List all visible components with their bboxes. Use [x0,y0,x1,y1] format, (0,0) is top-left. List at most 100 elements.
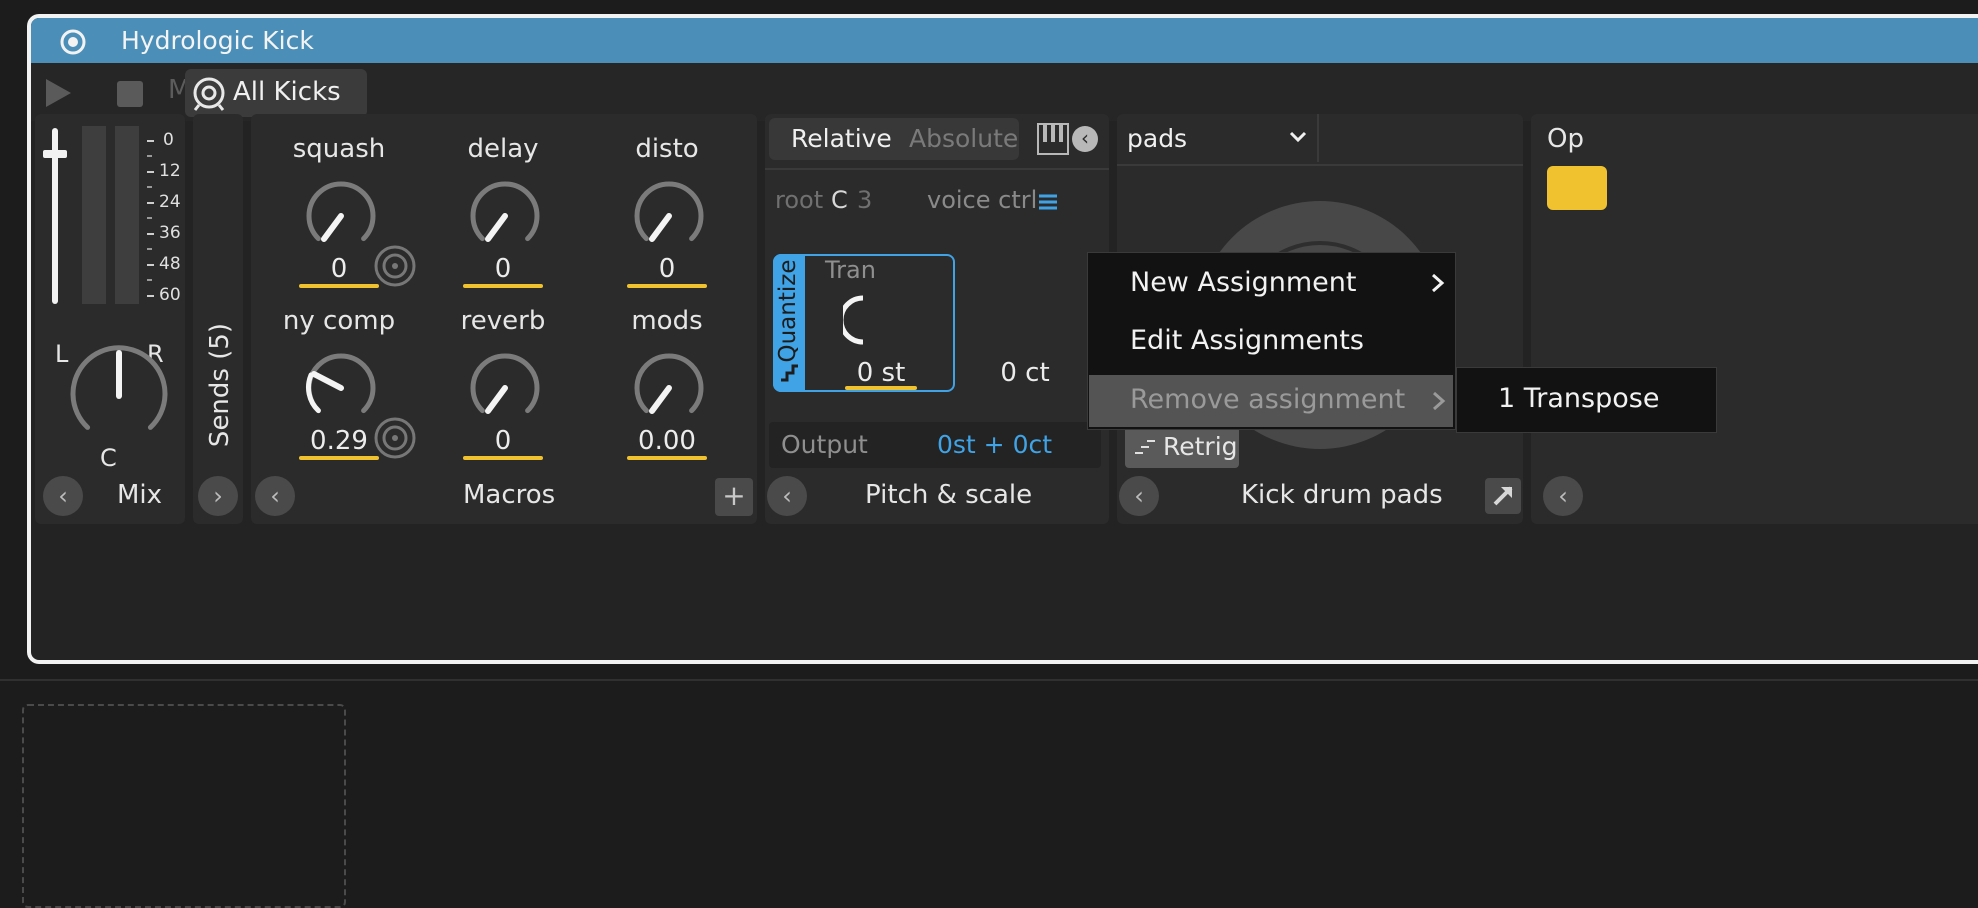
pitch-header-divider [765,168,1109,170]
stop-icon[interactable] [117,81,143,107]
pads-footer: Kick drum pads [1241,480,1443,510]
retrig-button[interactable]: Retrig [1125,426,1239,468]
macro-title-ny-comp: ny comp [282,306,396,336]
scale-label-24: 24 [159,192,181,212]
level-meter-right [115,126,139,304]
menu-item-remove-assignment[interactable]: Remove assignment [1089,375,1453,427]
sends-label: Sends (5) [205,322,235,448]
tab-relative[interactable]: Relative [791,124,892,153]
device-logo-icon[interactable] [59,28,87,56]
macro-value-mods: 0.00 [638,426,696,456]
macros-collapse-button[interactable]: ‹ [255,476,295,516]
mix-collapse-button[interactable]: ‹ [43,476,83,516]
sends-panel[interactable]: Sends (5) › [193,114,243,524]
pitch-back-button[interactable]: ‹ [1072,126,1098,152]
play-icon[interactable] [43,77,73,109]
voice-list-icon[interactable] [1037,192,1059,212]
macro-underline-ny-comp [299,456,379,460]
context-submenu: 1 Transpose [1456,367,1717,433]
pan-value: C [100,444,117,472]
kick-preset-icon [193,77,225,111]
transpose-label: Tran [825,256,876,284]
macro-underline-reverb [463,456,543,460]
transpose-underline [845,386,917,390]
menu-item-new-assignment-label: New Assignment [1130,267,1357,298]
expand-external-icon[interactable] [1485,478,1521,514]
next-panel-collapse-button[interactable]: ‹ [1543,476,1583,516]
preset-selector[interactable]: All Kicks [185,69,367,117]
macro-knob-disto[interactable] [632,179,706,253]
macro-underline-squash [299,284,379,288]
piano-keys-icon[interactable] [1036,122,1070,156]
level-meter-left [82,126,106,304]
volume-fader-handle[interactable] [43,150,67,158]
macro-knob-squash[interactable] [304,179,378,253]
pads-selector-label: pads [1127,124,1188,153]
tab-absolute[interactable]: Absolute [909,124,1018,153]
macros-panel: squash 0 delay 0 disto 0 ny comp 0.29 re… [251,114,757,524]
chevron-down-icon [1289,131,1307,143]
macro-value-delay: 0 [494,254,512,284]
pads-collapse-button[interactable]: ‹ [1119,476,1159,516]
scale-label-0: 0 [163,130,174,150]
meter-scale: 0 12 24 36 48 60 [147,130,187,310]
macro-underline-disto [627,284,707,288]
fine-tune-cents: 0 ct [1000,358,1050,388]
macro-knob-delay[interactable] [468,179,542,253]
retrig-label: Retrig [1163,432,1238,461]
transpose-semitones: 0 st [856,358,906,388]
mix-panel: 0 12 24 36 48 60 L R C ‹ Mix [35,114,185,524]
pads-header-divider [1117,164,1523,166]
macro-value-reverb: 0 [494,426,512,456]
voice-ctrl-label: voice ctrl [927,186,1038,214]
next-panel-title: Op [1547,124,1584,154]
next-panel: Op ‹ [1531,114,1978,524]
chevron-right-icon [1433,391,1446,411]
menu-item-edit-assignments-label: Edit Assignments [1130,325,1364,356]
macro-title-disto: disto [635,134,699,164]
chevron-right-icon [1432,273,1445,293]
transpose-knob[interactable] [843,290,883,350]
pitch-panel: Relative Absolute ‹ root C 3 voice ctrl … [765,114,1109,524]
retrig-icon [1135,440,1155,454]
device-window: Hydrologic Kick M All Kicks 0 12 24 36 4… [27,14,1978,664]
pan-knob[interactable] [63,340,175,452]
pitch-collapse-button[interactable]: ‹ [767,476,807,516]
mix-footer: Mix [117,480,163,510]
modulation-target-icon[interactable] [373,244,417,288]
macro-knob-mods[interactable] [632,351,706,425]
macro-underline-mods [627,456,707,460]
pitch-footer: Pitch & scale [865,480,1033,510]
macro-title-delay: delay [467,134,539,164]
context-menu: New Assignment Edit Assignments Remove a… [1087,252,1456,430]
output-value: 0st + 0ct [937,430,1053,459]
pitch-mode-tabs: Relative Absolute [769,118,1019,160]
scale-label-48: 48 [159,254,181,274]
track-separator [0,679,1978,681]
root-octave[interactable]: 3 [857,186,872,214]
output-row: Output 0st + 0ct [769,422,1101,468]
root-note[interactable]: C [831,186,848,214]
quantize-label: Quantize [775,259,801,363]
menu-item-remove-assignment-label: Remove assignment [1130,384,1406,415]
preset-name: All Kicks [233,77,341,107]
pads-selector[interactable]: pads [1117,114,1319,162]
modulation-target-icon[interactable] [373,416,417,460]
macro-title-mods: mods [631,306,703,336]
menu-item-edit-assignments[interactable]: Edit Assignments [1088,311,1455,369]
macro-knob-ny-comp[interactable] [304,351,378,425]
device-drop-zone[interactable] [22,704,346,908]
macro-value-disto: 0 [658,254,676,284]
quantize-toggle[interactable]: Quantize [773,254,805,392]
sends-expand-button[interactable]: › [198,476,238,516]
scale-label-12: 12 [159,161,181,181]
add-macro-button[interactable]: + [715,478,753,516]
scale-label-60: 60 [159,285,181,305]
menu-item-new-assignment[interactable]: New Assignment [1088,253,1455,311]
root-label: root [775,186,824,214]
macro-knob-reverb[interactable] [468,351,542,425]
next-panel-yellow-control[interactable] [1547,166,1607,210]
macros-footer: Macros [463,480,556,510]
submenu-item-transpose[interactable]: 1 Transpose [1498,383,1659,414]
scale-label-36: 36 [159,223,181,243]
